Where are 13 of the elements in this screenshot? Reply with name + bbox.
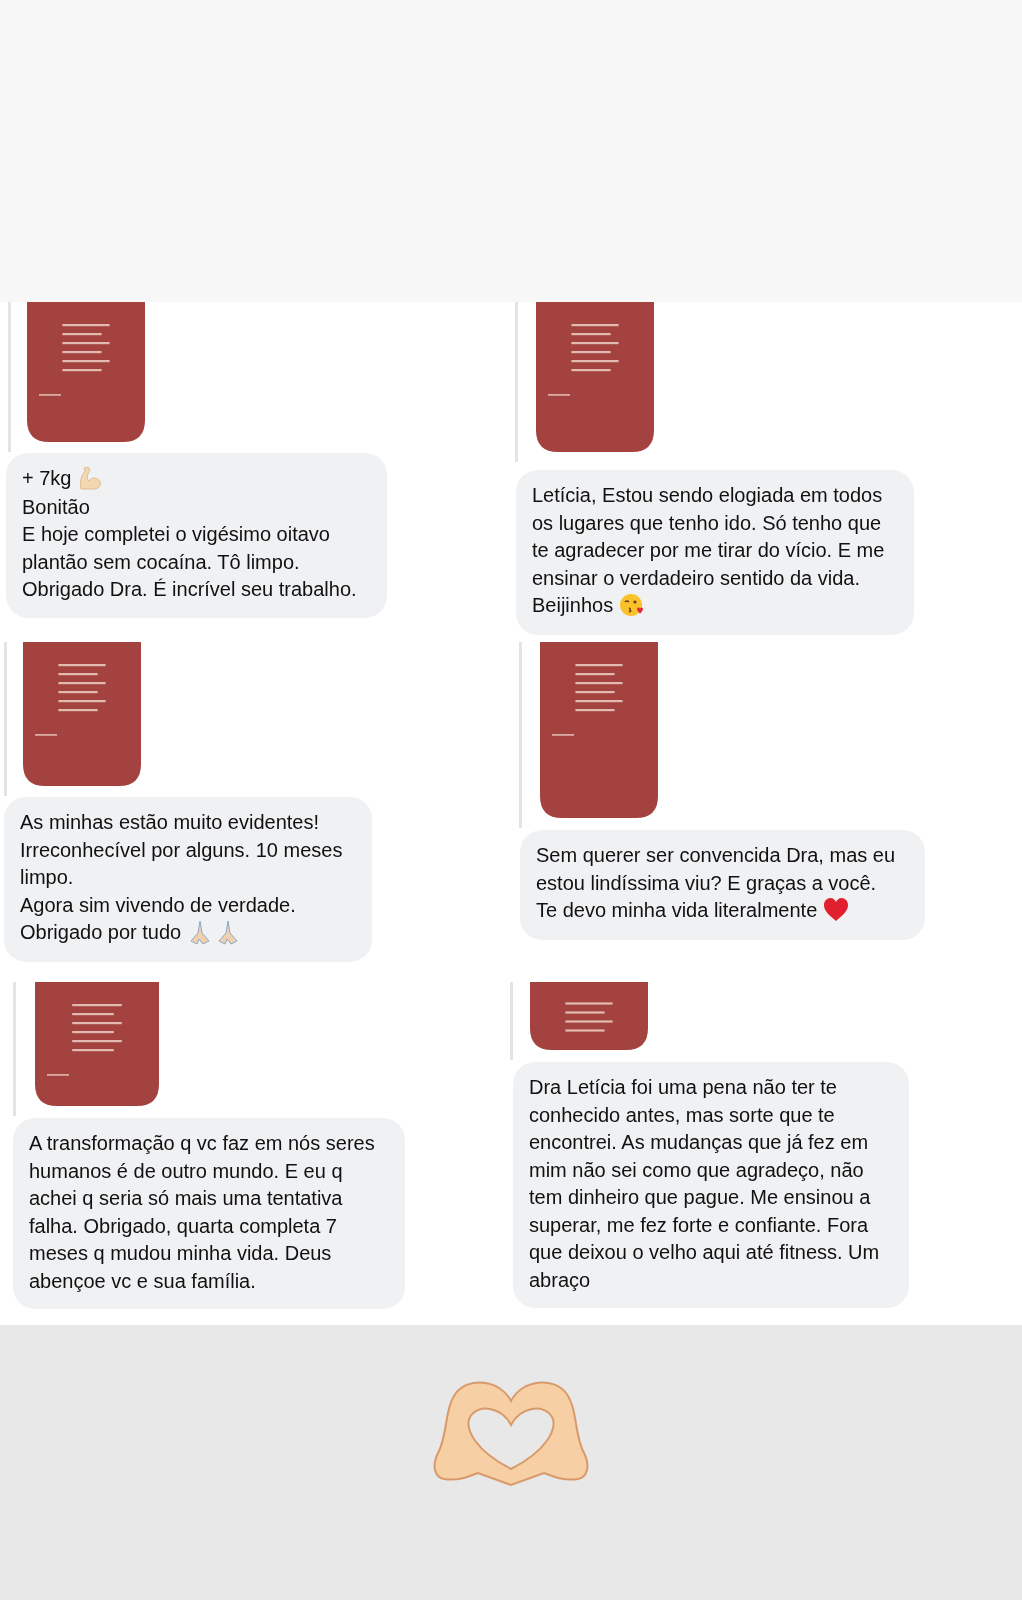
message-text: Beijinhos xyxy=(532,593,614,618)
kissing-face-icon xyxy=(619,592,646,618)
message-text: Obrigado por tudo xyxy=(20,920,182,945)
flexed-arm-icon xyxy=(77,465,104,491)
message-text: Letícia, Estou sendo elogiada em todos os lugares que tenho ido. Só tenho que te agradecer por me tirar do vício. E me ensinar o verdadeiro sentido da vida. xyxy=(532,483,885,591)
message-text: Bonitão E hoje completei o vigésimo oitavo plantão sem cocaína. Tô limpo. Obrigado Dra. É incrível seu trabalho. xyxy=(22,494,357,602)
message-text: + 7kg xyxy=(22,466,72,491)
message-text: A transformação q vc faz em nós seres humanos é de outro mundo. E eu q achei q seria só mais uma tentativa falha. Obrigado, quarta completa 7 meses q mudou minha vida. Deus abençoe vc e sua família. xyxy=(29,1131,375,1294)
message-text: Sem querer ser convencida Dra, mas eu estou lindíssima viu? E graças a você. xyxy=(536,843,896,896)
message-text: Dra Letícia foi uma pena não ter te conhecido antes, mas sorte que te encontrei. As mudanças que já fez em mim não sei como que agradeço, não tem dinheiro que pague. Me ensinou a superar, me fez forte e confiante. Fora que deixou o velho aqui até fitness. Um abraço xyxy=(529,1075,880,1293)
heart-icon xyxy=(823,897,850,923)
message-text: Te devo minha vida literalmente xyxy=(536,898,818,923)
message-text: As minhas estão muito evidentes! Irreconhecível por alguns. 10 meses limpo. Agora sim vivendo de verdade. xyxy=(20,810,343,918)
